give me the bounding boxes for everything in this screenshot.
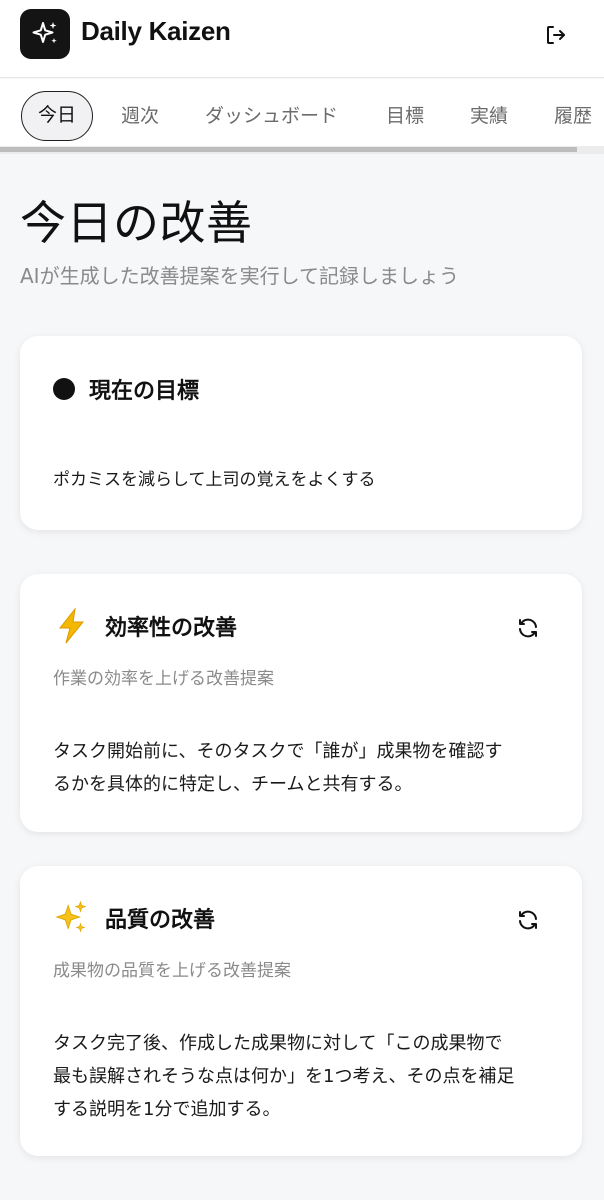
- efficiency-card-header: 効率性の改善: [53, 608, 237, 644]
- tab-scrollbar[interactable]: [0, 147, 577, 152]
- suggestion-line: タスク開始前に、そのタスクで「誰が」成果物を確認す: [53, 741, 503, 762]
- goal-card-header: 現在の目標: [53, 373, 199, 405]
- bullet-icon: [53, 378, 75, 400]
- logout-button[interactable]: [536, 18, 576, 52]
- refresh-icon: [519, 910, 537, 930]
- quality-card: 品質の改善 成果物の品質を上げる改善提案 タスク完了後、作成した成果物に対して「…: [20, 866, 582, 1156]
- sparkles-icon: [53, 900, 89, 936]
- quality-refresh-button[interactable]: [514, 906, 542, 934]
- tab-history[interactable]: 履歴: [554, 91, 592, 141]
- tab-today[interactable]: 今日: [21, 91, 93, 141]
- efficiency-card-subtitle: 作業の効率を上げる改善提案: [53, 669, 274, 689]
- efficiency-card-title: 効率性の改善: [105, 616, 238, 641]
- page-title: 今日の改善: [20, 196, 253, 250]
- suggestion-line: るかを具体的に特定し、チームと共有する。: [53, 774, 413, 795]
- suggestion-line: する説明を1分で追加する。: [53, 1099, 281, 1120]
- quality-card-header: 品質の改善: [53, 900, 215, 936]
- quality-card-title: 品質の改善: [105, 908, 216, 933]
- efficiency-refresh-button[interactable]: [514, 614, 542, 642]
- app-header: Daily Kaizen: [0, 0, 604, 78]
- tab-dashboard[interactable]: ダッシュボード: [205, 91, 338, 141]
- efficiency-card: 効率性の改善 作業の効率を上げる改善提案 タスク開始前に、そのタスクで「誰が」成…: [20, 574, 582, 832]
- sparkles-icon: [20, 9, 70, 59]
- goal-text: ポカミスを減らして上司の覚えをよくする: [53, 470, 376, 490]
- tab-bar: 今日 週次 ダッシュボード 目標 実績 履歴: [0, 79, 604, 154]
- suggestion-line: 最も誤解されそうな点は何か」を1つ考え、その点を補足: [53, 1066, 515, 1087]
- logout-icon: [547, 26, 565, 44]
- page-subtitle: AIが生成した改善提案を実行して記録しましょう: [20, 264, 459, 288]
- lightning-icon: [53, 608, 89, 644]
- goal-card-title: 現在の目標: [89, 379, 200, 404]
- tab-results[interactable]: 実績: [470, 91, 508, 141]
- tab-goals[interactable]: 目標: [386, 91, 424, 141]
- quality-suggestion: タスク完了後、作成した成果物に対して「この成果物で 最も誤解されそうな点は何か」…: [53, 1027, 553, 1126]
- tab-weekly[interactable]: 週次: [121, 91, 159, 141]
- suggestion-line: タスク完了後、作成した成果物に対して「この成果物で: [53, 1033, 503, 1054]
- efficiency-suggestion: タスク開始前に、そのタスクで「誰が」成果物を確認す るかを具体的に特定し、チーム…: [53, 735, 553, 801]
- refresh-icon: [519, 618, 537, 638]
- goal-card: 現在の目標 ポカミスを減らして上司の覚えをよくする: [20, 336, 582, 530]
- quality-card-subtitle: 成果物の品質を上げる改善提案: [53, 961, 291, 981]
- app-title: Daily Kaizen: [81, 16, 231, 46]
